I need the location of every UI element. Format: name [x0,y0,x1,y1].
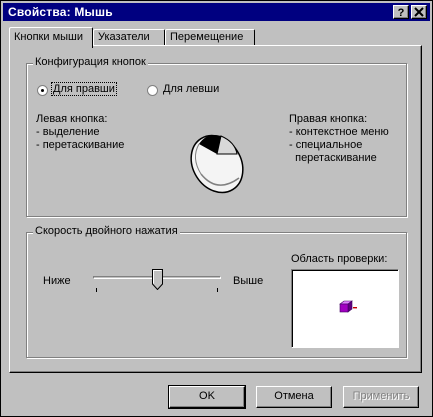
button-config-group: Конфигурация кнопок Для правши Для левши… [26,56,407,217]
cancel-label: Отмена [274,390,314,402]
left-button-title: Левая кнопка: [36,113,108,125]
left-button-item: - перетаскивание [36,139,125,151]
mouse-properties-dialog: Свойства: Мышь ? Кнопки мыши Указатели П… [0,0,433,417]
slider-tick [217,288,218,292]
right-button-item: - контекстное меню [289,126,389,138]
slider-slower-label: Ниже [43,275,71,287]
tab-motion[interactable]: Перемещение [165,29,255,46]
tab-mouse-buttons[interactable]: Кнопки мыши [9,27,93,48]
apply-button[interactable]: Применить [343,386,419,408]
radio-left-label[interactable]: Для левши [163,83,219,95]
tab-pointers[interactable]: Указатели [93,29,165,46]
cancel-button[interactable]: Отмена [256,386,332,408]
close-icon [414,7,424,17]
speed-slider-thumb[interactable] [151,269,163,290]
radio-right-label-wrap: Для правши [51,82,117,96]
apply-label: Применить [352,390,410,402]
test-area-label: Область проверки: [291,253,388,265]
right-button-title: Правая кнопка: [289,113,368,125]
right-button-item: перетаскивание [289,152,377,164]
left-button-item: - выделение [36,126,100,138]
slider-tick [96,288,97,292]
test-box-icon [339,300,357,313]
radio-left-handed[interactable] [147,85,158,96]
mouse-illustration-icon [190,134,244,194]
slider-faster-label: Выше [233,275,264,287]
double-click-legend: Скорость двойного нажатия [33,225,180,237]
ok-label: OK [199,390,215,402]
title-bar[interactable]: Свойства: Мышь ? [3,3,430,21]
help-button[interactable]: ? [393,5,409,19]
window-title: Свойства: Мышь [8,5,113,19]
test-area[interactable] [291,269,399,348]
close-button[interactable] [411,5,427,19]
ok-button[interactable]: OK [168,385,246,409]
button-config-legend: Конфигурация кнопок [33,56,148,68]
right-button-item: - специальное [289,139,363,151]
radio-right-label[interactable]: Для правши [51,82,117,96]
tab-panel: Конфигурация кнопок Для правши Для левши… [9,45,422,373]
double-click-group: Скорость двойного нажатия Ниже Выше Обла… [26,225,407,358]
radio-right-handed[interactable] [37,85,48,96]
